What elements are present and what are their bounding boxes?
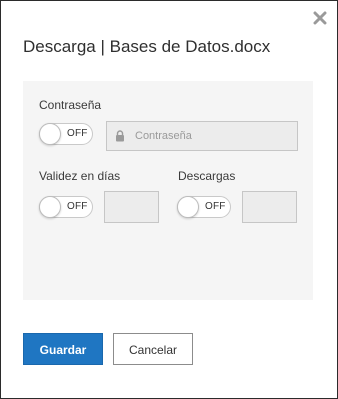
toggle-knob: [39, 123, 61, 145]
password-toggle[interactable]: OFF: [39, 123, 93, 145]
toggle-knob: [39, 196, 61, 218]
validity-label: Validez en días: [39, 169, 121, 183]
password-field[interactable]: [106, 121, 298, 151]
toggle-state: OFF: [67, 128, 88, 139]
cancel-button[interactable]: Cancelar: [113, 333, 193, 365]
downloads-input[interactable]: [243, 192, 296, 222]
password-input[interactable]: [107, 122, 297, 150]
validity-input[interactable]: [105, 192, 158, 222]
close-icon[interactable]: [313, 11, 327, 25]
downloads-field[interactable]: [242, 191, 297, 223]
settings-panel: Contraseña OFF Validez en días OFF Desca…: [23, 81, 313, 300]
downloads-label: Descargas: [178, 169, 236, 183]
dialog-title: Descarga | Bases de Datos.docx: [23, 37, 271, 56]
toggle-knob: [177, 196, 199, 218]
lock-icon: [116, 130, 124, 142]
downloads-toggle[interactable]: OFF: [177, 196, 231, 218]
toggle-state: OFF: [205, 201, 226, 212]
validity-field[interactable]: [104, 191, 159, 223]
validity-toggle[interactable]: OFF: [39, 196, 93, 218]
toggle-state: OFF: [67, 201, 88, 212]
download-settings-dialog: Descarga | Bases de Datos.docx Contraseñ…: [0, 0, 338, 399]
password-label: Contraseña: [39, 98, 102, 112]
save-button[interactable]: Guardar: [23, 333, 103, 365]
